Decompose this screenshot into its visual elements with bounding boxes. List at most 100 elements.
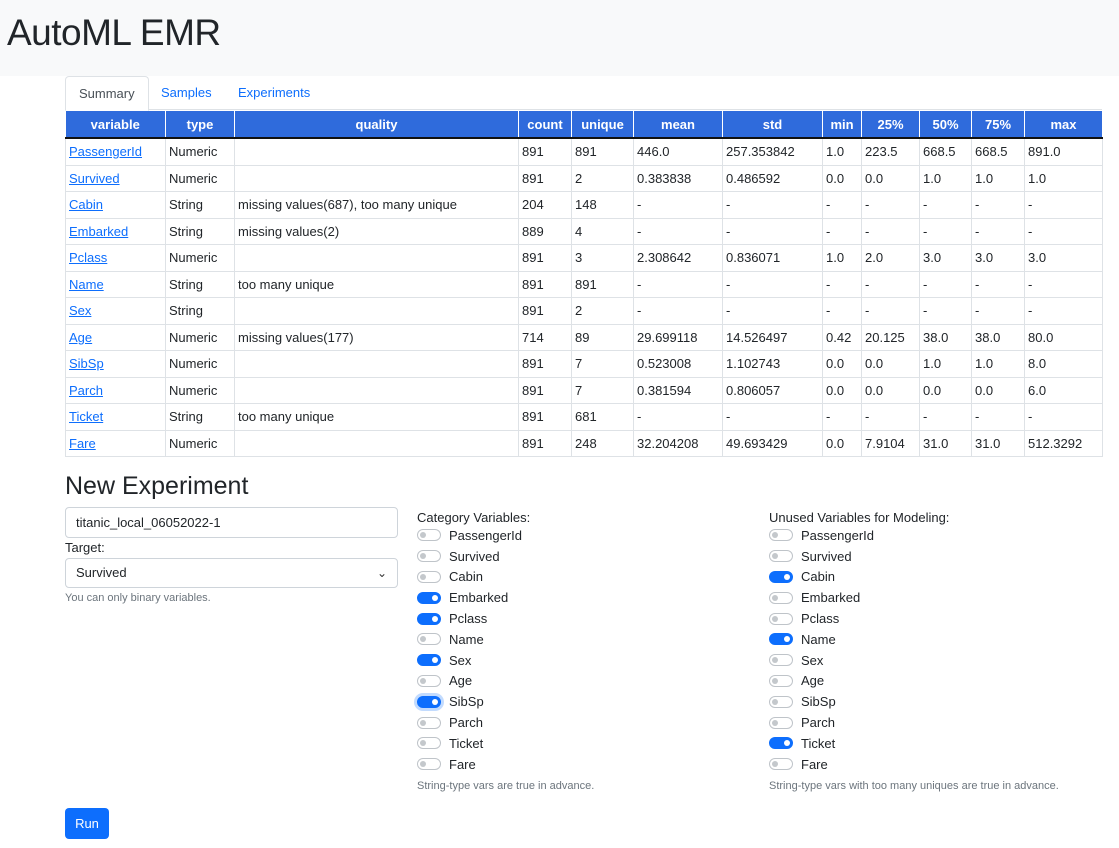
table-cell: 6.0 [1024,376,1103,404]
variable-cell: Age [65,323,166,351]
variable-link[interactable]: Pclass [69,250,107,265]
category-var-label: Ticket [449,735,484,751]
table-cell: - [722,403,823,431]
unused-var-item: Embarked [769,587,874,608]
unused-var-label: Cabin [801,569,835,585]
table-cell: 891 [518,164,572,192]
column-header: 25% [861,111,920,139]
table-cell: 0.0 [919,376,972,404]
variable-link[interactable]: Parch [69,383,103,398]
unused-var-label: Fare [801,756,828,772]
variable-link[interactable]: Fare [69,436,96,451]
toggle-switch[interactable] [417,737,441,750]
variable-link[interactable]: Sex [69,303,91,318]
category-var-label: Survived [449,548,500,564]
toggle-switch[interactable] [417,570,441,583]
target-select[interactable]: Survived ⌄ [65,558,398,588]
tab-summary[interactable]: Summary [65,76,149,111]
table-cell: too many unique [234,270,519,298]
table-cell: 891 [518,350,572,378]
table-cell: 1.0 [971,350,1025,378]
category-var-label: PassengerId [449,527,522,543]
table-cell: 0.42 [822,323,862,351]
variable-link[interactable]: Age [69,330,92,345]
toggle-switch[interactable] [417,716,441,729]
table-cell: - [861,191,920,219]
table-cell: Numeric [165,164,235,192]
unused-var-label: Age [801,673,825,689]
toggle-switch[interactable] [417,674,441,687]
toggle-switch[interactable] [417,529,441,542]
toggle-switch[interactable] [769,591,793,604]
table-cell: 668.5 [971,137,1025,166]
target-help-text: You can only binary variables. [65,592,211,604]
toggle-switch[interactable] [417,758,441,771]
table-cell: - [919,217,972,245]
table-cell: 4 [571,217,634,245]
column-header: std [722,111,823,139]
table-cell: missing values(2) [234,217,519,245]
category-var-item: Survived [417,546,522,567]
table-cell: 0.523008 [633,350,723,378]
app-title: AutoML EMR [7,12,221,53]
table-cell: Numeric [165,323,235,351]
category-var-label: Embarked [449,590,509,606]
toggle-switch[interactable] [769,716,793,729]
tab-samples[interactable]: Samples [148,76,225,110]
unused-vars-heading: Unused Variables for Modeling: [769,510,950,525]
table-cell [234,429,519,457]
unused-var-label: Pclass [801,611,840,627]
column-header: max [1024,111,1103,139]
toggle-switch[interactable] [769,529,793,542]
variable-link[interactable]: Cabin [69,197,103,212]
toggle-switch[interactable] [769,570,793,583]
table-cell: String [165,191,235,219]
unused-var-item: Survived [769,546,874,567]
variable-link[interactable]: Survived [69,171,120,186]
experiment-name-input[interactable] [65,507,398,538]
tab-experiments[interactable]: Experiments [225,76,323,110]
table-cell: 0.0 [971,376,1025,404]
table-row: SibSp Numeric 891 7 0.523008 1.102743 0.0 0.0 1.… [65,350,1103,378]
variable-link[interactable]: Ticket [69,409,103,424]
column-header: mean [633,111,723,139]
toggle-switch[interactable] [417,612,441,625]
table-cell: too many unique [234,403,519,431]
toggle-switch[interactable] [769,737,793,750]
table-cell: 2.0 [861,244,920,272]
table-row: Name String too many unique 891 891- - - - - - - [65,270,1103,298]
category-var-label: Sex [449,652,472,668]
toggle-switch[interactable] [769,612,793,625]
toggle-switch[interactable] [769,633,793,646]
variable-cell: PassengerId [65,137,166,166]
toggle-switch[interactable] [769,654,793,667]
variable-link[interactable]: Embarked [69,224,128,239]
variable-link[interactable]: SibSp [69,356,104,371]
toggle-switch[interactable] [417,591,441,604]
toggle-switch[interactable] [769,695,793,708]
table-cell: 891 [518,244,572,272]
table-cell: 2 [571,164,634,192]
table-cell: 1.102743 [722,350,823,378]
toggle-switch[interactable] [417,654,441,667]
table-cell: - [722,297,823,325]
table-cell: String [165,217,235,245]
toggle-switch[interactable] [769,674,793,687]
variable-link[interactable]: PassengerId [69,144,142,159]
category-var-item: Name [417,629,522,650]
variable-link[interactable]: Name [69,277,104,292]
table-cell: - [1024,270,1103,298]
toggle-switch[interactable] [417,633,441,646]
toggle-switch[interactable] [769,758,793,771]
toggle-switch[interactable] [417,695,441,708]
table-cell: - [633,217,723,245]
table-row: Sex String 891 2- - - - - - - [65,297,1103,325]
table-cell: 3.0 [1024,244,1103,272]
toggle-switch[interactable] [417,550,441,563]
table-cell: 891 [518,429,572,457]
table-cell: - [1024,191,1103,219]
toggle-switch[interactable] [769,550,793,563]
table-cell: 891 [518,270,572,298]
column-header: min [822,111,862,139]
run-button[interactable]: Run [65,808,109,839]
